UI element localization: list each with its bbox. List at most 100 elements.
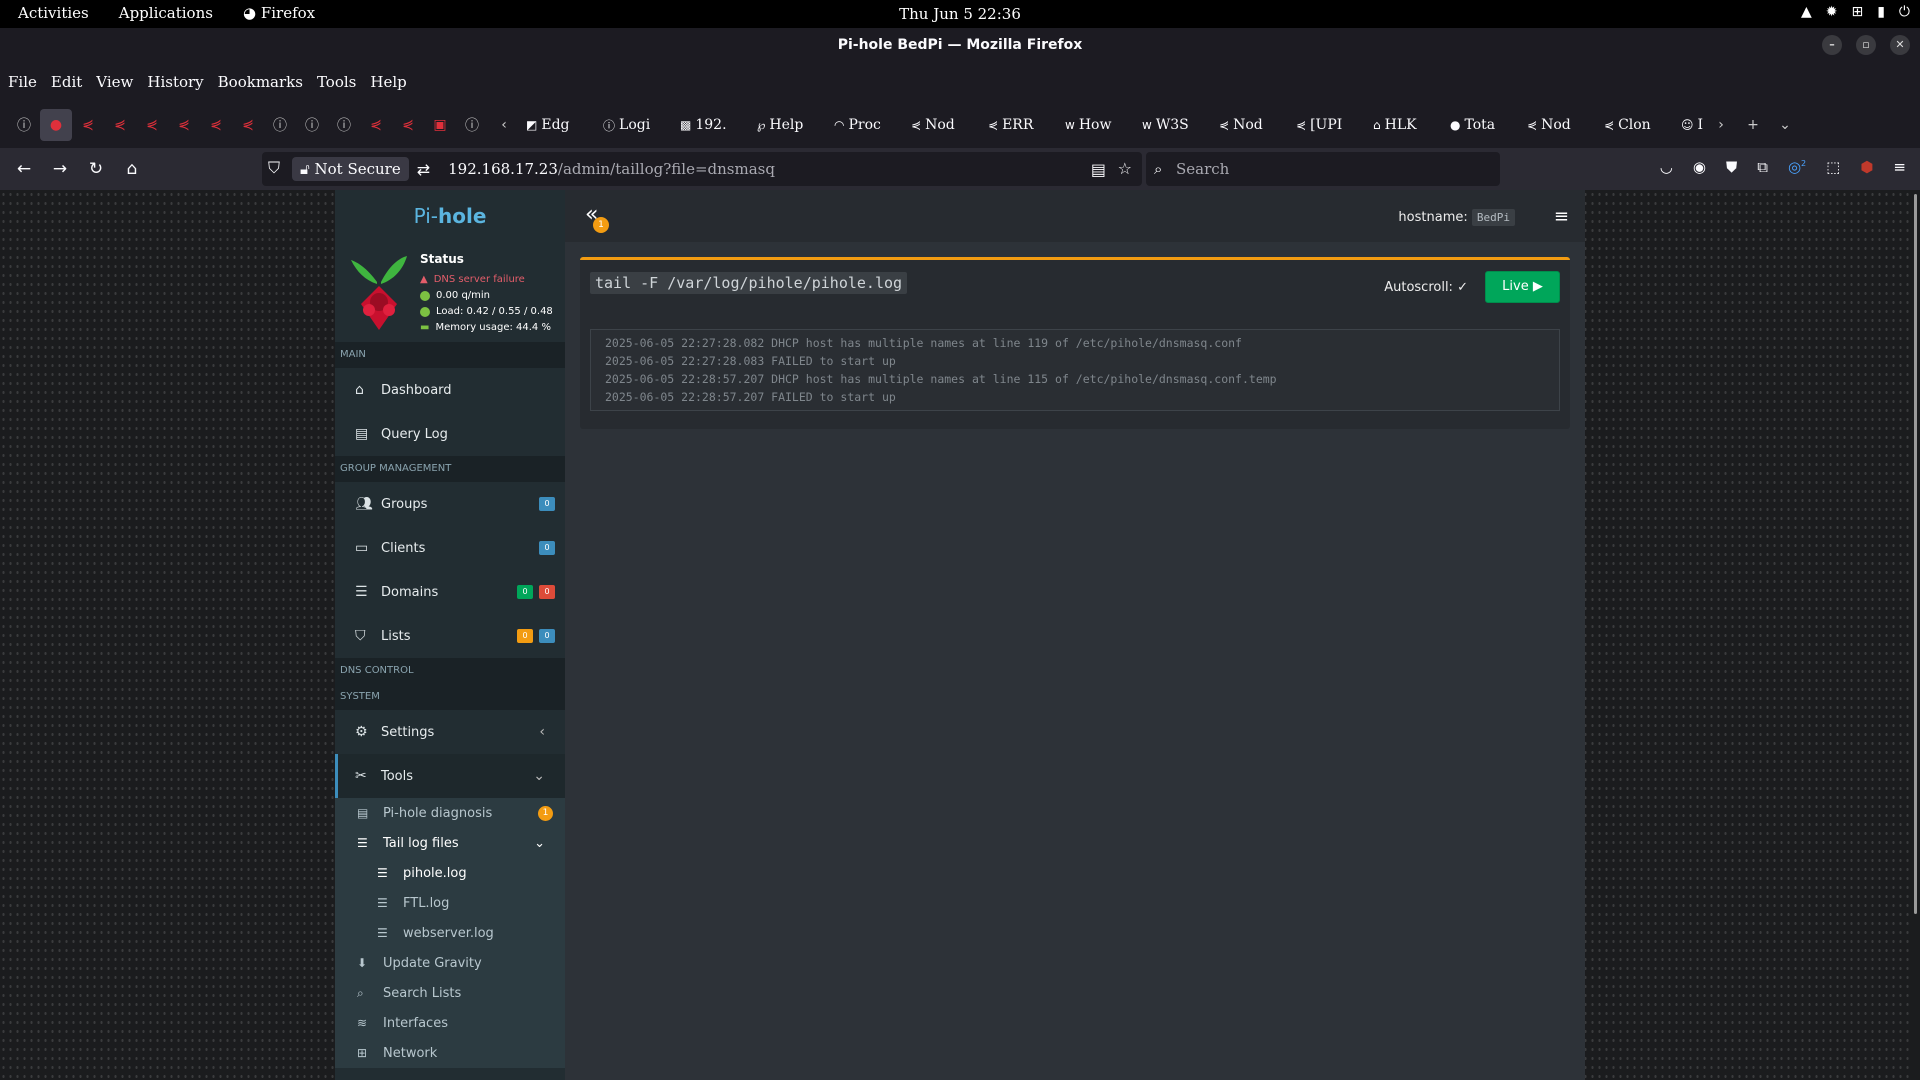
sidebar-item-search-lists[interactable]: ⌕ Search Lists xyxy=(335,978,565,1008)
tab-pihole-active[interactable]: ● xyxy=(40,109,72,141)
tabs-scroll-right[interactable]: › xyxy=(1705,109,1737,141)
tab-login[interactable]: ⓘ Logi xyxy=(597,117,674,134)
sidebar-item-webserver-log[interactable]: ☰ webserver.log xyxy=(335,918,565,948)
sidebar-item-lists[interactable]: ⛉ Lists 00 xyxy=(335,614,565,658)
sidebar-item-domains[interactable]: ☰ Domains 00 xyxy=(335,570,565,614)
menu-file[interactable]: File xyxy=(8,73,37,91)
extension-counter-icon[interactable]: ◎2 xyxy=(1788,158,1806,176)
reader-view-icon[interactable]: ▤ xyxy=(1091,160,1106,179)
tab-clon[interactable]: ⋞ Clon xyxy=(1598,117,1675,133)
tab-how[interactable]: w How xyxy=(1059,117,1136,133)
tab-git-3[interactable]: ⋞ xyxy=(136,109,168,141)
search-input[interactable]: ⌕ Search xyxy=(1146,152,1500,186)
menu-help[interactable]: Help xyxy=(370,73,406,91)
volume-icon[interactable]: ▮ xyxy=(1877,4,1885,20)
tab-upi[interactable]: ⋞ [UPI xyxy=(1290,117,1367,133)
tab-node-2[interactable]: ⋞ Nod xyxy=(1213,117,1290,133)
shield-icon[interactable]: ⛉ xyxy=(268,158,280,178)
tab-info-5[interactable]: ⓘ xyxy=(456,109,488,141)
tab-edge[interactable]: ◩ Edg xyxy=(520,117,597,133)
tab-tota[interactable]: ● Tota xyxy=(1444,117,1521,133)
pocket-icon[interactable]: ◡ xyxy=(1660,158,1673,176)
containers-icon[interactable]: ⧉ xyxy=(1757,158,1768,176)
privacy-badger-icon[interactable]: ⛊ xyxy=(1726,158,1737,176)
sidebar-item-ftl-log[interactable]: ☰ FTL.log xyxy=(335,888,565,918)
menu-history[interactable]: History xyxy=(147,73,203,91)
tab-err[interactable]: ⋞ ERR xyxy=(982,117,1059,133)
sidebar-item-settings[interactable]: ⚙ Settings ‹ xyxy=(335,710,565,754)
forward-button[interactable]: → xyxy=(42,159,78,179)
chevron-down-icon: ⌄ xyxy=(533,768,545,784)
brightness-icon[interactable]: ✹ xyxy=(1826,4,1838,20)
sidebar-item-dashboard[interactable]: ⌂ Dashboard xyxy=(335,368,565,412)
menu-edit[interactable]: Edit xyxy=(51,73,82,91)
file-medical-icon: ▤ xyxy=(357,806,369,820)
home-button[interactable]: ⌂ xyxy=(114,159,150,179)
reload-button[interactable]: ↻ xyxy=(78,159,114,179)
tab-git-6[interactable]: ⋞ xyxy=(232,109,264,141)
sidebar-toggle-button[interactable]: «1 xyxy=(585,202,609,233)
close-button[interactable]: ✕ xyxy=(1890,35,1910,55)
url-bar[interactable]: ⛉ 🔓︎ Not Secure ⇄ 192.168.17.23/admin/ta… xyxy=(262,152,1142,186)
list-tabs-button[interactable]: ⌄ xyxy=(1769,109,1801,141)
extensions-icon[interactable]: ⬚ xyxy=(1826,158,1840,176)
tab-git-2[interactable]: ⋞ xyxy=(104,109,136,141)
download-icon: ⬇ xyxy=(357,956,368,970)
page-scrollbar[interactable] xyxy=(1910,190,1920,1080)
autoscroll-toggle[interactable]: Autoscroll: ✓ xyxy=(1384,280,1468,295)
sidebar-item-pihole-diagnosis[interactable]: ▤ Pi-hole diagnosis 1 xyxy=(335,798,565,828)
sidebar-item-tools[interactable]: ✂ Tools ⌄ xyxy=(335,754,565,798)
network-icon[interactable]: ⊞ xyxy=(1851,4,1863,20)
tab-app[interactable]: ▣ xyxy=(424,109,456,141)
tab-hlk[interactable]: ⌂ HLK xyxy=(1367,117,1444,133)
sidebar-item-pihole-log[interactable]: ☰ pihole.log xyxy=(335,858,565,888)
scrollbar-thumb[interactable] xyxy=(1914,194,1917,914)
tab-git-1[interactable]: ⋞ xyxy=(72,109,104,141)
tab-info-4[interactable]: ⓘ xyxy=(328,109,360,141)
bookmark-star-icon[interactable]: ☆ xyxy=(1118,159,1132,178)
tab-help[interactable]: ℘ Help xyxy=(751,117,828,133)
tabs-scroll-left[interactable]: ‹ xyxy=(488,109,520,141)
app-menu-icon[interactable]: ≡ xyxy=(1893,158,1906,176)
tab-git-8[interactable]: ⋞ xyxy=(392,109,424,141)
tab-info-3[interactable]: ⓘ xyxy=(296,109,328,141)
clock[interactable]: Thu Jun 5 22:36 xyxy=(0,5,1920,23)
tab-last[interactable]: ☺ I xyxy=(1675,117,1705,133)
tab-192[interactable]: ▩ 192. xyxy=(674,117,751,133)
tab-git-7[interactable]: ⋞ xyxy=(360,109,392,141)
tab-node-1[interactable]: ⋞ Nod xyxy=(905,117,982,133)
power-icon[interactable]: ⏻ xyxy=(1899,4,1910,20)
tab-w3s[interactable]: w W3S xyxy=(1136,117,1213,133)
not-secure-indicator[interactable]: 🔓︎ Not Secure xyxy=(292,157,409,181)
permissions-icon[interactable]: ⇄ xyxy=(417,160,430,179)
pihole-logo-text[interactable]: Pi-hole xyxy=(335,190,565,242)
sidebar-item-clients[interactable]: ▭ Clients 0 xyxy=(335,526,565,570)
menu-view[interactable]: View xyxy=(96,73,133,91)
tab-info[interactable]: ⓘ xyxy=(8,109,40,141)
sidebar-item-update-gravity[interactable]: ⬇ Update Gravity xyxy=(335,948,565,978)
new-tab-button[interactable]: + xyxy=(1737,109,1769,141)
sidebar-item-query-log[interactable]: ▤ Query Log xyxy=(335,412,565,456)
tab-git-5[interactable]: ⋞ xyxy=(200,109,232,141)
log-output[interactable]: 2025-06-05 22:27:28.082 DHCP host has mu… xyxy=(590,329,1560,411)
maximize-button[interactable]: ▫ xyxy=(1856,35,1876,55)
system-monitor-icon[interactable]: ▲ xyxy=(1801,4,1812,20)
menu-tools[interactable]: Tools xyxy=(317,73,356,91)
sidebar-item-groups[interactable]: 👥︎ Groups 0 xyxy=(335,482,565,526)
back-button[interactable]: ← xyxy=(6,159,42,179)
sidebar-item-interfaces[interactable]: ≋ Interfaces xyxy=(335,1008,565,1038)
tab-node-3[interactable]: ⋞ Nod xyxy=(1521,117,1598,133)
tab-git-4[interactable]: ⋞ xyxy=(168,109,200,141)
ublock-icon[interactable]: ⬢ xyxy=(1860,158,1873,176)
url-text[interactable]: 192.168.17.23/admin/taillog?file=dnsmasq xyxy=(448,160,775,178)
account-icon[interactable]: ◉ xyxy=(1693,158,1706,176)
menu-bookmarks[interactable]: Bookmarks xyxy=(218,73,303,91)
sidebar-item-tail-log-files[interactable]: ☰ Tail log files ⌄ xyxy=(335,828,565,858)
tab-proc[interactable]: ◠ Proc xyxy=(828,117,905,133)
minimize-button[interactable]: – xyxy=(1822,35,1842,55)
sidebar-item-network[interactable]: ⊞ Network xyxy=(335,1038,565,1068)
menu-toggle-icon[interactable]: ≡ xyxy=(1554,206,1569,227)
live-button[interactable]: Live ▶ xyxy=(1485,271,1560,303)
tab-info-2[interactable]: ⓘ xyxy=(264,109,296,141)
help-icon: ℘ xyxy=(757,118,766,132)
